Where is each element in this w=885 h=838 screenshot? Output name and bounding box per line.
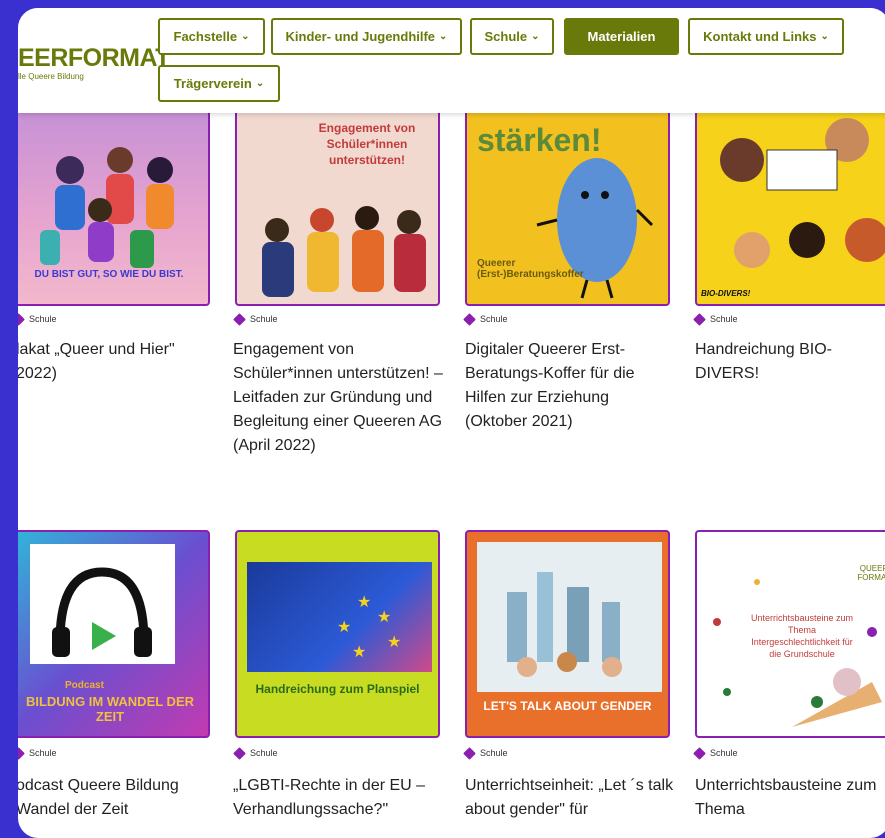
- card-title-link[interactable]: Unterrichtsbausteine zum Thema: [695, 774, 885, 822]
- tag-label: Schule: [29, 314, 57, 324]
- nav-label: Kinder- und Jugendhilfe: [285, 29, 436, 44]
- tag-label: Schule: [710, 314, 738, 324]
- chevron-down-icon: ⌄: [241, 31, 250, 42]
- card-image-subcaption: Podcast: [65, 680, 104, 691]
- materials-grid: DU BIST GUT, SO WIE DU BIST. Engagement …: [18, 8, 885, 838]
- svg-text:★: ★: [387, 634, 401, 651]
- category-tag[interactable]: Schule: [463, 312, 508, 326]
- card-image-lgbti-eu[interactable]: ★ ★ ★ ★ ★ Handreichung zum Planspiel: [235, 530, 440, 738]
- nav-kontakt-links[interactable]: Kontakt und Links ⌄: [688, 18, 844, 55]
- svg-text:★: ★: [352, 644, 366, 661]
- nav-traegerverein[interactable]: Trägerverein ⌄: [158, 65, 280, 102]
- card-title-link[interactable]: lakat „Queer und Hier" 2022): [18, 338, 211, 386]
- category-tag[interactable]: Schule: [693, 746, 738, 760]
- nav-schule[interactable]: Schule ⌄: [470, 18, 554, 55]
- tag-icon: [463, 312, 476, 326]
- site-logo-tagline: lle Queere Bildung: [18, 72, 84, 81]
- site-header: EERFORMAT lle Queere Bildung Fachstelle ⌄…: [18, 8, 885, 113]
- nav-label: Kontakt und Links: [703, 29, 817, 44]
- nav-label: Materialien: [587, 29, 656, 44]
- category-tag[interactable]: Schule: [18, 312, 57, 326]
- card-title-link[interactable]: „LGBTI-Rechte in der EU – Verhandlungssa…: [233, 774, 443, 822]
- card-image-intergeschlechtlichkeit[interactable]: QUEER FORMAT Unterrichtsbausteine zum Th…: [695, 530, 885, 738]
- tag-label: Schule: [29, 748, 57, 758]
- card-image-lets-talk-gender[interactable]: LET'S TALK ABOUT GENDER: [465, 530, 670, 738]
- card-title-link[interactable]: Engagement von Schüler*innen unterstütze…: [233, 338, 443, 458]
- eu-stars-icon: ★ ★ ★ ★ ★: [337, 594, 401, 661]
- card-image-subcaption: Queerer (Erst-)Beratungskoffer: [477, 258, 584, 280]
- chevron-down-icon: ⌄: [255, 78, 265, 89]
- category-tag[interactable]: Schule: [233, 312, 278, 326]
- browser-frame: DU BIST GUT, SO WIE DU BIST. Engagement …: [18, 8, 885, 838]
- card-title-link[interactable]: Unterrichtseinheit: „Let ´s talk about g…: [465, 774, 675, 822]
- tag-icon: [233, 746, 246, 760]
- nav-materialien[interactable]: Materialien: [564, 18, 679, 55]
- card-title-link[interactable]: Digitaler Queerer Erst-Beratungs-Koffer …: [465, 338, 675, 434]
- card-image-beratungskoffer[interactable]: stärken! Queerer (Erst-)Beratungskoffer: [465, 98, 670, 306]
- tag-icon: [233, 312, 246, 326]
- tag-icon: [693, 746, 706, 760]
- chevron-down-icon: ⌄: [820, 31, 829, 42]
- nav-kinder-jugendhilfe[interactable]: Kinder- und Jugendhilfe ⌄: [271, 18, 462, 55]
- card-image-bio-divers[interactable]: BIO-DIVERS!: [695, 98, 885, 306]
- nav-label: Schule: [484, 29, 528, 44]
- card-image-caption: Handreichung zum Planspiel: [255, 682, 420, 696]
- card-image-caption: BILDUNG IM WANDEL DER ZEIT: [25, 694, 195, 724]
- students-illustration-icon: [262, 206, 426, 297]
- dots-illustration-icon: [713, 579, 882, 727]
- category-tag[interactable]: Schule: [233, 746, 278, 760]
- tag-label: Schule: [710, 748, 738, 758]
- bio-divers-illustration-icon: [720, 118, 885, 268]
- tag-icon: [18, 746, 25, 760]
- nav-label: Fachstelle: [173, 29, 238, 44]
- svg-text:★: ★: [377, 609, 391, 626]
- chevron-down-icon: ⌄: [439, 31, 448, 42]
- tag-icon: [463, 746, 476, 760]
- card-image-queer-und-hier[interactable]: DU BIST GUT, SO WIE DU BIST.: [18, 98, 210, 306]
- nav-label: Trägerverein: [173, 76, 252, 91]
- card-title-link[interactable]: Handreichung BIO-DIVERS!: [695, 338, 880, 386]
- site-logo[interactable]: EERFORMAT: [18, 44, 170, 73]
- tag-label: Schule: [480, 748, 508, 758]
- card-image-podcast[interactable]: Podcast BILDUNG IM WANDEL DER ZEIT: [18, 530, 210, 738]
- tag-icon: [18, 312, 25, 326]
- nav-fachstelle[interactable]: Fachstelle ⌄: [158, 18, 265, 55]
- card-image-caption: DU BIST GUT, SO WIE DU BIST.: [34, 269, 184, 280]
- card-image-engagement[interactable]: Engagement von Schüler*innen unterstütze…: [235, 98, 440, 306]
- tag-label: Schule: [250, 748, 278, 758]
- card-image-caption: BIO-DIVERS!: [701, 289, 751, 298]
- svg-text:★: ★: [357, 594, 371, 611]
- category-tag[interactable]: Schule: [693, 312, 738, 326]
- category-tag[interactable]: Schule: [18, 746, 57, 760]
- category-tag[interactable]: Schule: [463, 746, 508, 760]
- tag-label: Schule: [480, 314, 508, 324]
- chevron-down-icon: ⌄: [531, 31, 540, 42]
- card-image-caption: LET'S TALK ABOUT GENDER: [483, 699, 652, 713]
- tag-label: Schule: [250, 314, 278, 324]
- card-title-link[interactable]: odcast Queere Bildung Wandel der Zeit: [18, 774, 216, 822]
- tag-icon: [693, 312, 706, 326]
- svg-text:★: ★: [337, 619, 351, 636]
